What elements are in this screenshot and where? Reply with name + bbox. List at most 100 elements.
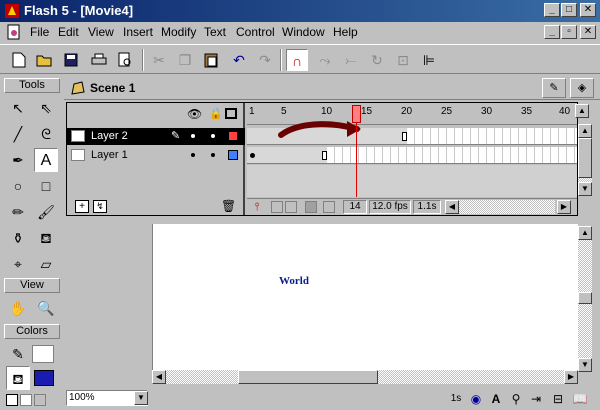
timeline-vscroll[interactable]: ▲ ▼ (578, 102, 592, 214)
timeline-scroll-left-button[interactable]: ◀ (445, 200, 459, 214)
menu-view[interactable]: View (88, 25, 114, 39)
menu-help[interactable]: Help (333, 25, 358, 39)
frame-row-layer-1[interactable] (247, 147, 577, 164)
menu-window[interactable]: Window (282, 25, 325, 39)
menu-edit[interactable]: Edit (58, 25, 79, 39)
add-guide-layer-icon[interactable]: ↯ (93, 200, 107, 213)
oval-tool-icon[interactable]: ○ (6, 174, 30, 198)
straighten-icon[interactable]: ⤚ (340, 49, 362, 71)
edit-multiple-icon[interactable] (305, 201, 317, 213)
stage-scroll-right-button[interactable]: ▶ (564, 370, 578, 384)
outline-color-swatch[interactable] (228, 131, 238, 141)
smooth-icon[interactable]: ⤳ (314, 49, 336, 71)
doc-minimize-button[interactable]: _ (544, 25, 560, 39)
paint-bucket-tool-icon[interactable]: ⛾ (34, 226, 58, 250)
layer-row-layer-1[interactable]: Layer 1 (67, 147, 245, 164)
visibility-dot[interactable] (191, 153, 195, 157)
document-icon[interactable] (6, 24, 22, 40)
cut-icon[interactable]: ✂ (148, 49, 170, 71)
hand-tool-icon[interactable]: ✋ (6, 296, 30, 320)
pencil-tool-icon[interactable]: ✏ (6, 200, 30, 224)
stage-canvas[interactable]: World (152, 224, 578, 370)
stage-vscroll-track[interactable] (578, 240, 592, 292)
brush-tool-icon[interactable]: 🖌 (34, 200, 58, 224)
lock-dot[interactable] (211, 134, 215, 138)
arrow-tool-icon[interactable]: ↖ (6, 96, 30, 120)
eye-icon[interactable]: 👁 (187, 107, 202, 121)
menu-text[interactable]: Text (204, 25, 226, 39)
layer-name[interactable]: Layer 2 (91, 130, 128, 142)
close-button[interactable]: ✕ (580, 3, 596, 17)
title-bar[interactable]: Flash 5 - [Movie4] _ □ ✕ (0, 0, 600, 22)
doc-restore-button[interactable]: ▫ (561, 25, 577, 39)
timeline-scroll-right-button[interactable]: ▶ (557, 200, 571, 214)
ink-bottle-tool-icon[interactable]: ⚱ (6, 226, 30, 250)
lock-dot[interactable] (211, 153, 215, 157)
menu-control[interactable]: Control (236, 25, 275, 39)
edit-scene-icon[interactable]: ✎ (542, 78, 566, 98)
stage-hscroll-thumb[interactable] (238, 370, 378, 384)
scale-icon[interactable]: ⊡ (392, 49, 414, 71)
minimize-button[interactable]: _ (544, 3, 560, 17)
stage-vscroll-track[interactable] (578, 304, 592, 358)
redo-icon[interactable]: ↷ (254, 49, 276, 71)
print-icon[interactable] (88, 49, 110, 71)
outline-icon[interactable] (225, 108, 237, 119)
save-icon[interactable] (60, 49, 82, 71)
menu-modify[interactable]: Modify (161, 25, 196, 39)
rectangle-tool-icon[interactable]: □ (34, 174, 58, 198)
character-panel-icon[interactable]: A (488, 391, 504, 407)
movie-explorer-icon[interactable]: ⊟ (550, 391, 566, 407)
stage-scroll-down-button[interactable]: ▼ (578, 358, 592, 372)
snap-magnet-icon[interactable]: ∩ (286, 49, 308, 71)
mixer-panel-icon[interactable]: ◉ (468, 391, 484, 407)
menu-file[interactable]: File (30, 25, 49, 39)
stage-vscroll[interactable]: ▲ ▼ (578, 226, 592, 372)
outline-color-swatch[interactable] (228, 150, 238, 160)
lasso-tool-icon[interactable]: ᘓ (34, 122, 58, 146)
stage-text-world[interactable]: World (279, 275, 309, 287)
timeline-hscroll-track[interactable] (459, 200, 555, 214)
onion-outline-icon[interactable] (285, 201, 297, 213)
timeline-scroll-down-button[interactable]: ▼ (578, 182, 592, 196)
stage-vscroll-thumb[interactable] (578, 292, 592, 304)
add-layer-icon[interactable]: + (75, 200, 89, 213)
doc-close-button[interactable]: ✕ (580, 25, 596, 39)
rotate-icon[interactable]: ↻ (366, 49, 388, 71)
onion-markers-icon[interactable] (323, 201, 335, 213)
maximize-button[interactable]: □ (561, 3, 577, 17)
text-tool-icon[interactable]: A (34, 148, 58, 172)
print-preview-icon[interactable] (114, 49, 136, 71)
timeline-scroll-up-button[interactable]: ▲ (578, 124, 592, 138)
visibility-dot[interactable] (191, 134, 195, 138)
new-icon[interactable] (8, 49, 30, 71)
fill-color-swatch[interactable] (34, 370, 54, 386)
stage-scroll-up-button[interactable]: ▲ (578, 226, 592, 240)
menu-insert[interactable]: Insert (123, 25, 153, 39)
stage-hscroll-track[interactable] (378, 370, 564, 384)
center-frame-icon[interactable]: ⫯ (251, 201, 263, 213)
stroke-color-icon[interactable]: ✎ (6, 342, 30, 366)
paste-icon[interactable] (200, 49, 222, 71)
trash-icon[interactable]: 🗑 (221, 199, 236, 213)
open-icon[interactable] (34, 49, 56, 71)
eraser-tool-icon[interactable]: ▱ (34, 252, 58, 276)
stage-hscroll[interactable]: ◀ ▶ (152, 370, 578, 384)
info-panel-icon[interactable]: 1s (448, 391, 464, 407)
dropper-tool-icon[interactable]: ⌖ (6, 252, 30, 276)
layer-row-layer-2[interactable]: Layer 2 ✎ (67, 128, 245, 145)
playhead-handle[interactable] (352, 105, 361, 123)
pen-tool-icon[interactable]: ✒ (6, 148, 30, 172)
fill-color-icon[interactable]: ⛾ (6, 366, 30, 390)
actions-panel-icon[interactable]: ⇥ (528, 391, 544, 407)
undo-icon[interactable]: ↶ (228, 49, 250, 71)
subselect-tool-icon[interactable]: ⇖ (34, 96, 58, 120)
copy-icon[interactable]: ❐ (174, 49, 196, 71)
lock-icon[interactable]: 🔒 (209, 107, 223, 120)
edit-symbols-icon[interactable]: ◈ (570, 78, 594, 98)
stroke-color-swatch[interactable] (32, 345, 54, 363)
stage-scroll-left-button[interactable]: ◀ (152, 370, 166, 384)
line-tool-icon[interactable]: ╱ (6, 122, 30, 146)
zoom-dropdown-button[interactable]: ▼ (134, 391, 148, 405)
timeline-vscroll-thumb[interactable] (578, 138, 592, 178)
